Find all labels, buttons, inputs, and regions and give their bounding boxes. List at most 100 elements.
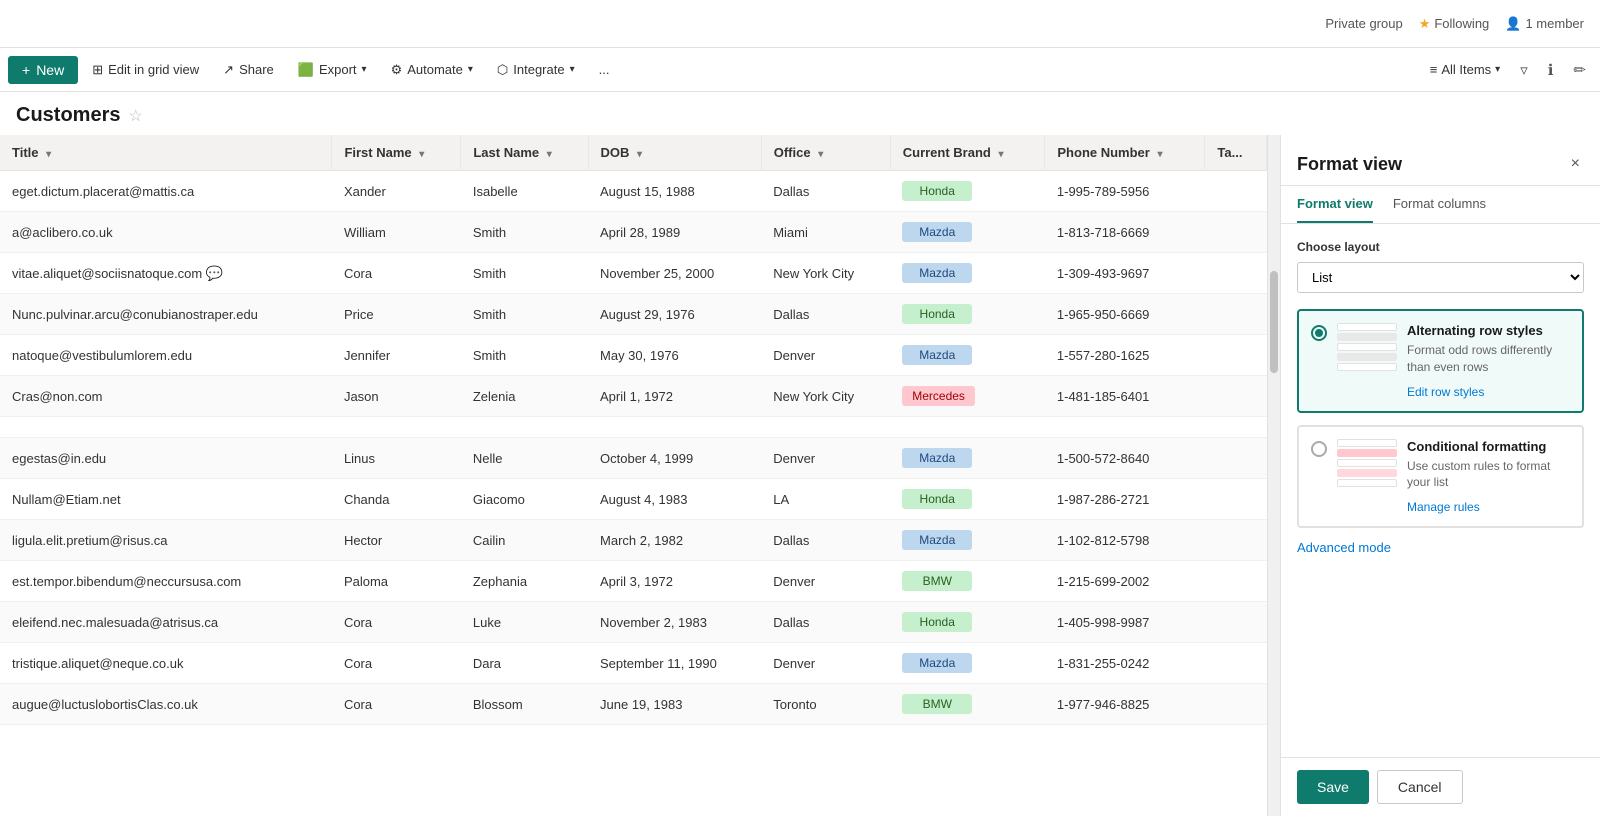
edit-row-styles-link[interactable]: Edit row styles (1407, 385, 1484, 399)
title-sort-icon: ▾ (46, 149, 51, 160)
integrate-button[interactable]: ⬡ Integrate ▾ (487, 56, 585, 84)
panel-tabs: Format view Format columns (1281, 186, 1600, 224)
advanced-mode-link[interactable]: Advanced mode (1297, 540, 1584, 555)
brand-badge: Mercedes (902, 386, 975, 406)
brand-badge: Mazda (902, 530, 972, 550)
view-icon: ≡ (1430, 62, 1438, 77)
brand-badge: Mazda (902, 448, 972, 468)
panel-title: Format view (1297, 154, 1402, 175)
save-button[interactable]: Save (1297, 770, 1369, 804)
export-chevron-icon: ▾ (362, 64, 367, 75)
private-group-label: Private group (1325, 16, 1402, 31)
brand-badge: Honda (902, 181, 972, 201)
tab-format-columns[interactable]: Format columns (1393, 186, 1486, 223)
col-phone[interactable]: Phone Number ▾ (1045, 135, 1205, 171)
title-cell: vitae.aliquet@sociisnatoque.com (12, 266, 202, 281)
page-header: Customers ☆ (0, 92, 1600, 135)
page-favorite-icon[interactable]: ☆ (128, 106, 142, 126)
brand-badge: Mazda (902, 222, 972, 242)
lastname-sort-icon: ▾ (547, 149, 552, 160)
choose-layout-label: Choose layout (1297, 240, 1584, 254)
col-last-name[interactable]: Last Name ▾ (461, 135, 588, 171)
table-area[interactable]: Title ▾ First Name ▾ Last Name ▾ DOB ▾ O… (0, 135, 1268, 816)
scroll-thumb[interactable] (1270, 271, 1278, 373)
col-title[interactable]: Title ▾ (0, 135, 332, 171)
share-button[interactable]: ↗ Share (213, 56, 284, 84)
col-brand[interactable]: Current Brand ▾ (890, 135, 1045, 171)
edit-grid-view-button[interactable]: ⊞ Edit in grid view (82, 56, 209, 84)
edit-button[interactable]: ✏ (1567, 55, 1592, 85)
automate-button[interactable]: ⚙ Automate ▾ (381, 56, 483, 84)
integrate-icon: ⬡ (497, 62, 508, 78)
brand-badge: Mazda (902, 263, 972, 283)
filter-icon: ▿ (1520, 62, 1528, 79)
table-row[interactable]: eget.dictum.placerat@mattis.caXanderIsab… (0, 171, 1267, 212)
col-dob[interactable]: DOB ▾ (588, 135, 761, 171)
table-row[interactable]: Nunc.pulvinar.arcu@conubianostraper.eduP… (0, 294, 1267, 335)
table-row[interactable]: Cras@non.comJasonZeleniaApril 1, 1972New… (0, 376, 1267, 417)
conditional-formatting-option[interactable]: Conditional formatting Use custom rules … (1297, 425, 1584, 529)
format-view-panel: Format view × Format view Format columns… (1280, 135, 1600, 816)
dob-sort-icon: ▾ (637, 149, 642, 160)
panel-body: Choose layout List Gallery Board (1281, 224, 1600, 757)
col-first-name[interactable]: First Name ▾ (332, 135, 461, 171)
alternating-desc: Format odd rows differently than even ro… (1407, 342, 1570, 376)
all-items-button[interactable]: ≡ All Items ▾ (1424, 58, 1506, 81)
phone-sort-icon: ▾ (1157, 149, 1162, 160)
tab-format-view[interactable]: Format view (1297, 186, 1373, 223)
message-icon[interactable]: 💬 (206, 265, 223, 281)
edit-icon: ✏ (1573, 62, 1586, 79)
export-button[interactable]: 🟩 Export ▾ (288, 56, 377, 84)
panel-close-button[interactable]: × (1567, 151, 1584, 177)
manage-rules-link[interactable]: Manage rules (1407, 500, 1480, 514)
main-layout: Title ▾ First Name ▾ Last Name ▾ DOB ▾ O… (0, 135, 1600, 816)
following-label[interactable]: ★ Following (1419, 16, 1490, 32)
table-row[interactable]: vitae.aliquet@sociisnatoque.com 💬CoraSmi… (0, 253, 1267, 294)
table-header-row: Title ▾ First Name ▾ Last Name ▾ DOB ▾ O… (0, 135, 1267, 171)
automate-chevron-icon: ▾ (468, 64, 473, 75)
office-sort-icon: ▾ (818, 149, 823, 160)
conditional-radio[interactable] (1311, 441, 1327, 457)
plus-icon: + (22, 62, 30, 78)
info-button[interactable]: ℹ (1542, 55, 1560, 85)
table-row[interactable]: natoque@vestibulumlorem.eduJenniferSmith… (0, 335, 1267, 376)
filter-button[interactable]: ▿ (1514, 55, 1534, 85)
brand-badge: Honda (902, 612, 972, 632)
more-options-button[interactable]: ... (589, 56, 620, 83)
col-office[interactable]: Office ▾ (761, 135, 890, 171)
table-row[interactable]: augue@luctuslobortisClas.co.ukCoraBlosso… (0, 684, 1267, 725)
vertical-scrollbar[interactable] (1268, 135, 1280, 816)
layout-select[interactable]: List Gallery Board (1297, 262, 1584, 293)
top-right-bar: ≡ All Items ▾ ▿ ℹ ✏ (1424, 55, 1592, 85)
brand-badge: Honda (902, 304, 972, 324)
conditional-preview (1337, 439, 1397, 487)
info-icon: ℹ (1548, 62, 1554, 79)
brand-sort-icon: ▾ (998, 149, 1003, 160)
cancel-button[interactable]: Cancel (1377, 770, 1463, 804)
conditional-title: Conditional formatting (1407, 439, 1570, 454)
table-row[interactable]: a@aclibero.co.ukWilliamSmithApril 28, 19… (0, 212, 1267, 253)
new-button[interactable]: + New (8, 56, 78, 84)
table-row[interactable]: tristique.aliquet@neque.co.ukCoraDaraSep… (0, 643, 1267, 684)
col-ta[interactable]: Ta... (1205, 135, 1267, 171)
brand-badge: BMW (902, 694, 972, 714)
panel-header: Format view × (1281, 135, 1600, 186)
command-bar: + New ⊞ Edit in grid view ↗ Share 🟩 Expo… (0, 48, 1600, 92)
table-row[interactable]: est.tempor.bibendum@neccursusa.comPaloma… (0, 561, 1267, 602)
table-row[interactable] (0, 417, 1267, 438)
table-row[interactable]: ligula.elit.pretium@risus.caHectorCailin… (0, 520, 1267, 561)
alternating-radio[interactable] (1311, 325, 1327, 341)
alternating-row-option[interactable]: Alternating row styles Format odd rows d… (1297, 309, 1584, 413)
table-row[interactable]: egestas@in.eduLinusNelleOctober 4, 1999D… (0, 438, 1267, 479)
members-label: 👤 1 member (1505, 16, 1584, 32)
firstname-sort-icon: ▾ (419, 149, 424, 160)
panel-footer: Save Cancel (1281, 757, 1600, 816)
conditional-content: Conditional formatting Use custom rules … (1407, 439, 1570, 515)
table-row[interactable]: eleifend.nec.malesuada@atrisus.caCoraLuk… (0, 602, 1267, 643)
table-row[interactable]: Nullam@Etiam.netChandaGiacomoAugust 4, 1… (0, 479, 1267, 520)
top-bar-right: Private group ★ Following 👤 1 member (1325, 16, 1584, 32)
share-icon: ↗ (223, 62, 234, 78)
following-star-icon: ★ (1419, 16, 1431, 32)
brand-badge: Honda (902, 489, 972, 509)
brand-badge: Mazda (902, 345, 972, 365)
